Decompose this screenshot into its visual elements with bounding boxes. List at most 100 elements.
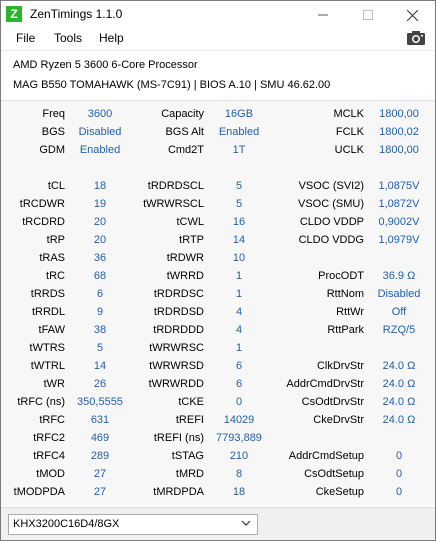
timing-label: FCLK xyxy=(335,126,364,138)
timing-value: 36.9 Ω xyxy=(382,270,416,282)
timing-label: AddrCmdSetup xyxy=(288,450,364,462)
menu-file[interactable]: File xyxy=(16,31,35,45)
timing-value: Enabled xyxy=(79,144,121,156)
title-bar[interactable]: Z ZenTimings 1.1.0 xyxy=(1,1,435,28)
timing-value: 24.0 Ω xyxy=(382,360,416,372)
timing-label: tRC xyxy=(46,270,65,282)
timing-value: Disabled xyxy=(78,126,122,138)
timing-value: 14029 xyxy=(223,414,255,426)
timing-value: 1 xyxy=(235,288,243,300)
memory-module-select[interactable]: KHX3200C16D4/8GX xyxy=(8,514,258,535)
timing-label: tMRD xyxy=(175,468,204,480)
cpu-name: AMD Ryzen 5 3600 6-Core Processor xyxy=(13,59,198,71)
close-icon xyxy=(406,9,419,22)
timing-label: tFAW xyxy=(38,324,65,336)
timing-value: 19 xyxy=(93,198,107,210)
timing-label: tRRDL xyxy=(31,306,65,318)
minimize-icon xyxy=(317,14,328,16)
timing-value: 9 xyxy=(96,306,104,318)
timing-label: tREFI (ns) xyxy=(153,432,204,444)
timing-value: 210 xyxy=(229,450,249,462)
timing-label: CLDO VDDP xyxy=(299,216,364,228)
maximize-button[interactable] xyxy=(345,1,390,28)
timing-value: 20 xyxy=(93,216,107,228)
timing-value: 27 xyxy=(93,468,107,480)
app-logo-icon: Z xyxy=(6,6,22,22)
timing-value: 350,5555 xyxy=(77,396,123,408)
timing-value: 6 xyxy=(235,378,243,390)
app-window: Z ZenTimings 1.1.0 File Tools Help AMD R… xyxy=(0,0,436,541)
status-area: KHX3200C16D4/8GX xyxy=(1,507,435,540)
timing-label: CkeDrvStr xyxy=(313,414,364,426)
timing-label: RttNom xyxy=(326,288,364,300)
timing-label: BGS xyxy=(41,126,65,138)
timing-value: 1 xyxy=(235,270,243,282)
screenshot-button[interactable] xyxy=(406,30,426,46)
system-info-panel: AMD Ryzen 5 3600 6-Core Processor MAG B5… xyxy=(1,50,435,101)
timing-label: tRCDRD xyxy=(22,216,65,228)
minimize-button[interactable] xyxy=(300,1,345,28)
timing-value: 1,0872V xyxy=(378,198,420,210)
menu-bar: File Tools Help xyxy=(1,28,435,50)
timing-label: tSTAG xyxy=(171,450,204,462)
timing-label: Freq xyxy=(42,108,65,120)
timing-value: 14 xyxy=(93,360,107,372)
timing-label: tRFC (ns) xyxy=(17,396,65,408)
timing-label: tWRRD xyxy=(166,270,204,282)
timing-label: tRCDWR xyxy=(19,198,65,210)
timing-value: 5 xyxy=(235,198,243,210)
timing-label: CsOdtSetup xyxy=(304,468,364,480)
timing-label: VSOC (SMU) xyxy=(298,198,364,210)
timing-label: tRTP xyxy=(179,234,204,246)
timing-value: 5 xyxy=(235,180,243,192)
timing-value: 24.0 Ω xyxy=(382,396,416,408)
timing-value: 1800,02 xyxy=(379,126,419,138)
timing-label: tRDRDDD xyxy=(153,324,204,336)
timing-value: Off xyxy=(391,306,407,318)
timing-label: tRDRDSD xyxy=(153,306,204,318)
timing-value: 16GB xyxy=(224,108,254,120)
timing-value: 0 xyxy=(395,468,403,480)
board-info: MAG B550 TOMAHAWK (MS-7C91) | BIOS A.10 … xyxy=(13,79,331,91)
timing-label: tRAS xyxy=(39,252,65,264)
timing-label: tRFC xyxy=(39,414,65,426)
timing-label: tMOD xyxy=(36,468,65,480)
timing-label: tMRDPDA xyxy=(153,486,204,498)
timing-value: 4 xyxy=(235,324,243,336)
timing-label: tRRDS xyxy=(30,288,65,300)
timing-value: RZQ/5 xyxy=(382,324,416,336)
timing-label: tCL xyxy=(47,180,65,192)
timing-label: tWTRL xyxy=(30,360,65,372)
timing-value: Disabled xyxy=(377,288,421,300)
menu-help[interactable]: Help xyxy=(99,31,124,45)
timing-label: ProcODT xyxy=(318,270,364,282)
timing-label: tCWL xyxy=(176,216,205,228)
close-button[interactable] xyxy=(390,1,435,28)
timing-label: tRDRDSCL xyxy=(147,180,204,192)
menu-tools[interactable]: Tools xyxy=(54,31,82,45)
timing-label: tRDRDSC xyxy=(153,288,204,300)
timing-label: tRP xyxy=(46,234,65,246)
timing-label: CLDO VDDG xyxy=(298,234,364,246)
camera-icon xyxy=(407,31,425,45)
timing-value: 5 xyxy=(96,342,104,354)
timing-label: tWTRS xyxy=(29,342,65,354)
timing-value: 1,0979V xyxy=(378,234,420,246)
timing-value: 0 xyxy=(395,450,403,462)
timing-value: 469 xyxy=(90,432,110,444)
timing-value: 36 xyxy=(93,252,107,264)
chevron-down-icon xyxy=(241,520,251,526)
timing-value: 7793,889 xyxy=(216,432,262,444)
timing-label: tWRWRDD xyxy=(148,378,204,390)
timing-value: 3600 xyxy=(87,108,113,120)
timing-label: tRFC4 xyxy=(33,450,65,462)
timing-value: 14 xyxy=(232,234,246,246)
timing-value: 24.0 Ω xyxy=(382,378,416,390)
timings-grid: Freq 3600 Capacity 16GB MCLK 1800,00 BGS Disabl… xyxy=(1,101,435,505)
timing-value: 18 xyxy=(232,486,246,498)
timing-value: 0 xyxy=(395,486,403,498)
timing-value: 10 xyxy=(232,252,246,264)
timing-label: Cmd2T xyxy=(167,144,204,156)
timing-value: 8 xyxy=(235,468,243,480)
timing-label: tWRWRSD xyxy=(149,360,204,372)
